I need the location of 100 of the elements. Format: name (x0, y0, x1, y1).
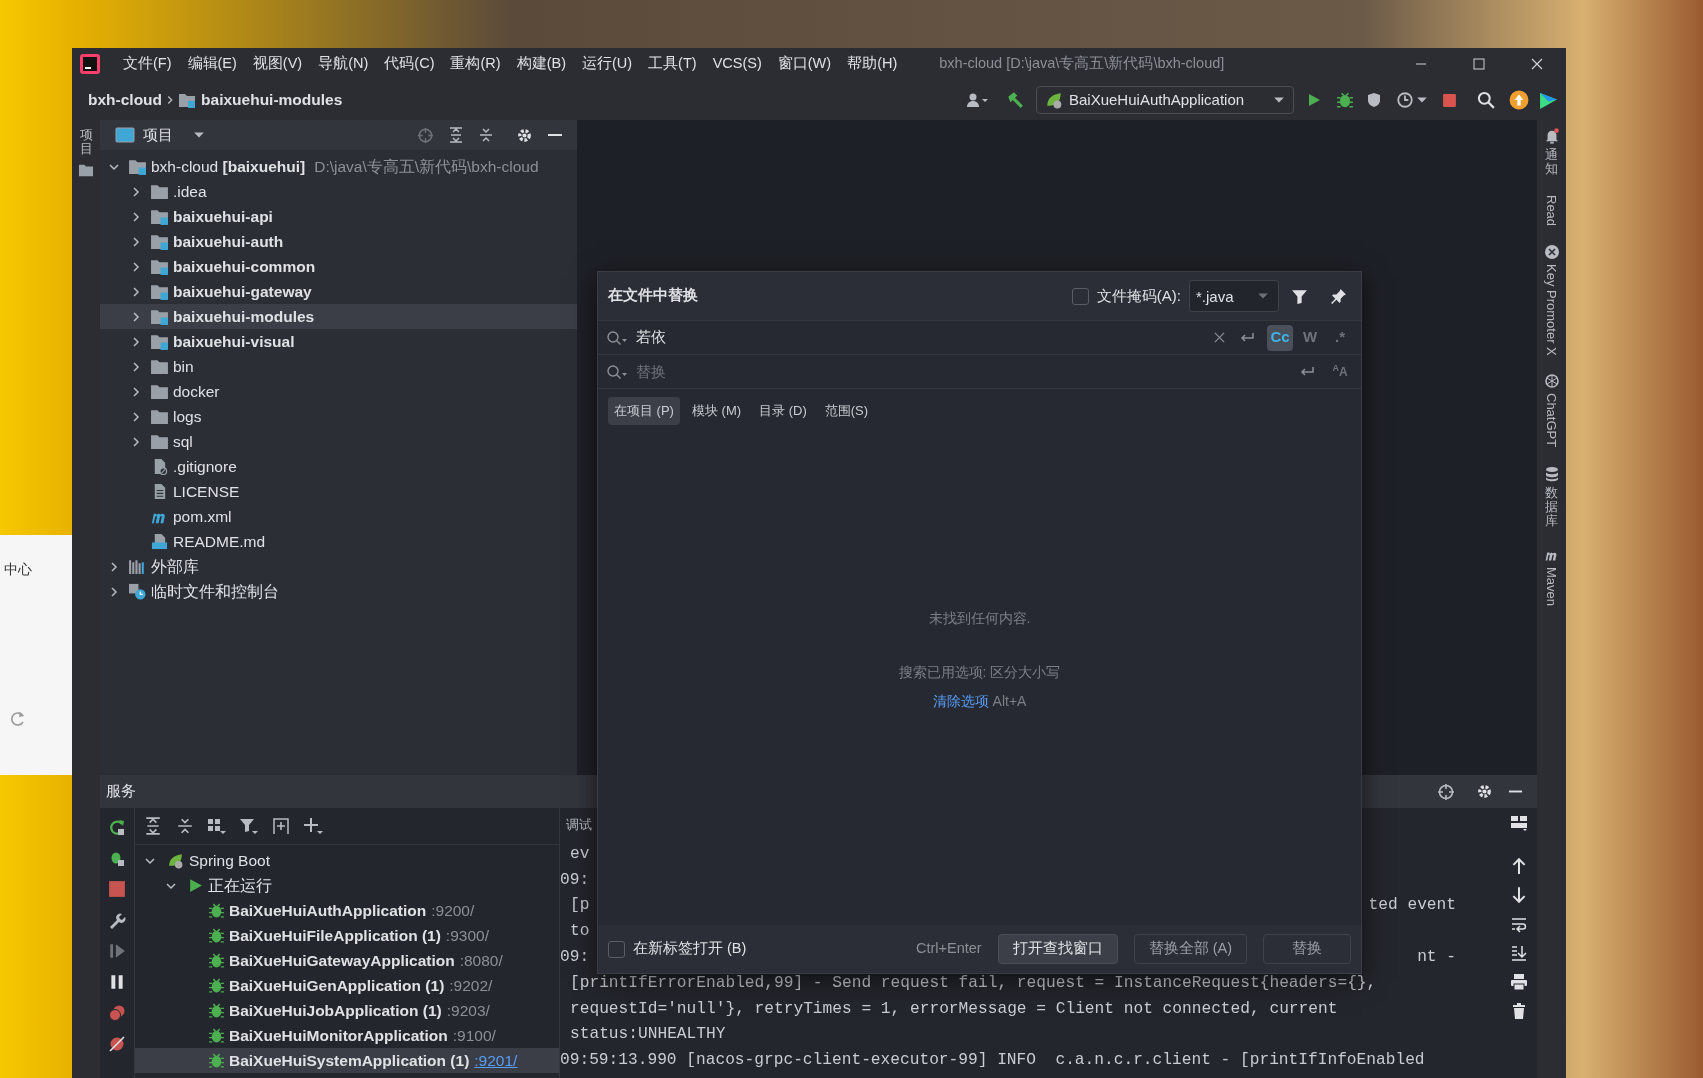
pin-icon[interactable] (1330, 287, 1347, 305)
menu-item[interactable]: 编辑(E) (187, 53, 237, 75)
stop-icon[interactable] (108, 880, 126, 898)
shield-icon[interactable] (1366, 92, 1382, 108)
resume-icon[interactable] (108, 942, 126, 960)
tool-window-label[interactable]: 数据库 (1545, 485, 1558, 529)
breakpoints-icon[interactable] (108, 1004, 126, 1022)
tree-item[interactable]: .gitignore (100, 454, 577, 479)
tree-item[interactable]: BaiXueHuiFileApplication (1) :9300/ (135, 923, 559, 948)
search-field[interactable]: 若依 (634, 323, 1214, 352)
tree-item[interactable]: README.md (100, 529, 577, 554)
group-icon[interactable] (207, 817, 227, 835)
run-icon[interactable] (1306, 92, 1322, 108)
breadcrumb-item[interactable]: baixuehui-modules (201, 88, 343, 112)
app-logo-icon[interactable] (80, 54, 100, 74)
tree-item[interactable]: 临时文件和控制台 (100, 579, 577, 604)
tree-item[interactable]: BaiXueHuiGenApplication (1) :9202/ (135, 973, 559, 998)
tree-item[interactable]: Spring Boot (135, 848, 559, 873)
file-mask-field[interactable]: *.java (1189, 280, 1279, 312)
wrench-icon[interactable] (108, 911, 126, 929)
tree-item[interactable]: baixuehui-common (100, 254, 577, 279)
filter-icon[interactable] (239, 817, 259, 835)
hammer-icon[interactable] (1006, 91, 1024, 109)
tree-item[interactable]: baixuehui-auth (100, 229, 577, 254)
settings-icon[interactable] (516, 126, 533, 144)
add-service-icon[interactable] (271, 817, 291, 835)
scroll-to-end-icon[interactable] (1509, 944, 1528, 962)
empty-message: 未找到任何内容. (928, 609, 1031, 628)
soft-wrap-icon[interactable] (1509, 915, 1528, 933)
search-icon[interactable] (1477, 91, 1495, 109)
menu-item[interactable]: 运行(U) (581, 53, 633, 75)
tree-item[interactable]: bin (100, 354, 577, 379)
port-link[interactable]: :9201/ (474, 1048, 518, 1073)
tree-item[interactable]: bxh-cloud [baixuehui] D:\java\专高五\新代码\bxh-cloud (100, 154, 577, 179)
stop-icon[interactable] (1442, 92, 1457, 108)
menu-item[interactable]: 重构(R) (450, 53, 501, 75)
menu-item[interactable]: 导航(N) (318, 53, 369, 75)
print-icon[interactable] (1509, 973, 1528, 991)
scope-tab[interactable]: 目录 (D) (753, 396, 813, 425)
tool-window-label[interactable]: Key Promoter X (1541, 263, 1562, 356)
tool-window-label[interactable]: 通知 (1545, 148, 1558, 177)
scope-tab[interactable]: 在项目 (P) (608, 396, 680, 425)
filter-icon[interactable] (1291, 287, 1308, 305)
tree-item[interactable]: BaiXueHuiGatewayApplication :8080/ (135, 948, 559, 973)
breadcrumb-item[interactable]: bxh-cloud (88, 88, 163, 112)
dialog-button[interactable]: 替换 (1263, 934, 1351, 964)
toolbox-logo-icon[interactable] (1539, 90, 1558, 110)
tree-item[interactable]: pom.xml (100, 504, 577, 529)
scope-tab[interactable]: 模块 (M) (685, 396, 748, 425)
tree-item[interactable]: baixuehui-gateway (100, 279, 577, 304)
menu-item[interactable]: 文件(F) (123, 53, 172, 75)
tree-item[interactable]: sql (100, 429, 577, 454)
tree-item[interactable]: baixuehui-api (100, 204, 577, 229)
tool-window-label[interactable]: Maven (1541, 566, 1562, 606)
menu-item[interactable]: 窗口(W) (777, 53, 832, 75)
tree-item[interactable]: BaiXueHuiMonitorApplication :9100/ (135, 1023, 559, 1048)
mute-breakpoints-icon[interactable] (108, 1035, 126, 1053)
tree-item[interactable]: .idea (100, 179, 577, 204)
run-configuration-dropdown[interactable]: BaiXueHuiAuthApplication (1036, 86, 1294, 114)
expand-all-icon[interactable] (448, 127, 464, 143)
collapse-all-icon[interactable] (478, 127, 494, 143)
tool-window-label[interactable]: ChatGPT (1541, 393, 1562, 448)
clear-icon[interactable] (1214, 332, 1225, 343)
panel-title[interactable]: 项目 (143, 123, 173, 147)
tree-item[interactable]: BaiXueHuiSystemApplication (1) :9201/ (135, 1048, 559, 1073)
profiler-icon[interactable] (1396, 91, 1414, 109)
tree-item[interactable]: baixuehui-modules (100, 304, 577, 329)
tree-item[interactable]: docker (100, 379, 577, 404)
clear-options-link[interactable]: 清除选项 (932, 691, 989, 712)
tree-item[interactable]: baixuehui-visual (100, 329, 577, 354)
tree-item[interactable]: BaiXueHuiJobApplication (1) :9203/ (135, 998, 559, 1023)
checkbox[interactable] (1071, 287, 1089, 305)
update-icon[interactable] (1509, 90, 1529, 110)
replace-field[interactable]: 替换 (634, 357, 1299, 386)
checkbox[interactable] (608, 940, 625, 958)
menu-item[interactable]: 构建(B) (516, 53, 566, 75)
tree-item[interactable]: logs (100, 404, 577, 429)
tool-window-label[interactable]: 项目 (79, 128, 93, 157)
collapse-all-icon[interactable] (175, 817, 195, 835)
expand-all-icon[interactable] (143, 817, 163, 835)
settings-icon[interactable] (1476, 783, 1493, 800)
menu-item[interactable]: 工具(T) (648, 53, 697, 75)
tree-item[interactable]: BaiXueHuiAuthApplication :9200/ (135, 898, 559, 923)
menu-item[interactable]: VCS(S) (712, 53, 762, 75)
menu-item[interactable]: 帮助(H) (847, 53, 898, 75)
tree-item[interactable]: 外部库 (100, 554, 577, 579)
menu-item[interactable]: 视图(V) (252, 53, 303, 75)
dialog-button[interactable]: 打开查找窗口 (997, 934, 1118, 964)
tool-window-label[interactable]: Read (1541, 194, 1562, 226)
layout-icon[interactable] (1509, 814, 1528, 832)
add-icon[interactable] (303, 817, 323, 835)
rerun-icon[interactable] (108, 818, 126, 836)
tree-item[interactable]: LICENSE (100, 479, 577, 504)
menu-item[interactable]: 代码(C) (384, 53, 435, 75)
tree-item[interactable]: 正在运行 (135, 873, 559, 898)
dialog-button[interactable]: 替换全部 (A) (1133, 934, 1247, 964)
locate-icon[interactable] (1437, 782, 1455, 801)
scope-tab[interactable]: 范围(S) (818, 396, 875, 425)
panel-title[interactable]: 服务 (106, 780, 136, 803)
pause-icon[interactable] (108, 973, 126, 991)
